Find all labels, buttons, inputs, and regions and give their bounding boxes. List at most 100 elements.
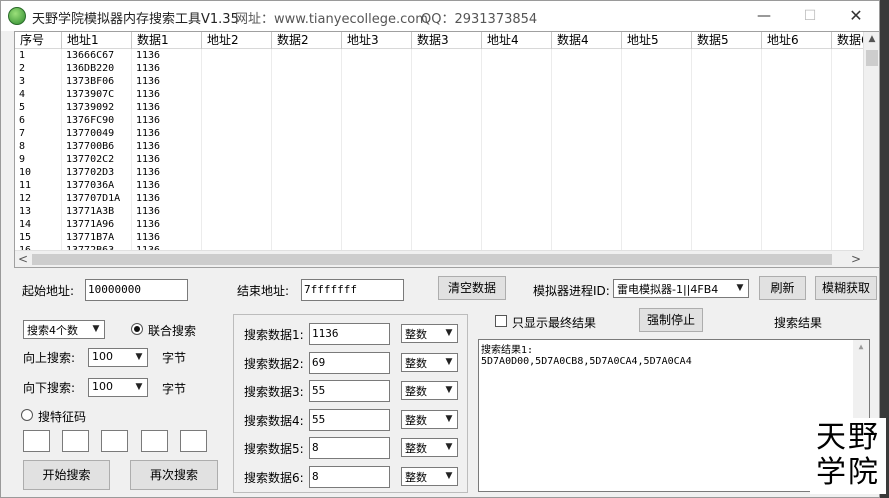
- table-cell: 1136: [132, 140, 202, 153]
- close-button[interactable]: ✕: [833, 1, 879, 31]
- vertical-scroll-thumb[interactable]: [866, 50, 878, 66]
- data-type-value: 整数: [405, 413, 427, 427]
- search-down-select[interactable]: 100 ▼: [88, 378, 148, 397]
- column-header[interactable]: 地址6: [762, 32, 832, 49]
- feature-search-label: 搜特征码: [38, 410, 87, 424]
- column-header[interactable]: 地址3: [342, 32, 412, 49]
- column-header[interactable]: 数据2: [272, 32, 342, 49]
- search-data-input[interactable]: 55: [309, 408, 390, 431]
- refresh-button[interactable]: 刷新: [759, 276, 806, 300]
- feature-search-radio[interactable]: [21, 409, 33, 421]
- column-header[interactable]: 地址5: [622, 32, 692, 49]
- feature-code-box[interactable]: [101, 430, 128, 452]
- data-type-select[interactable]: 整数 ▼: [401, 381, 458, 400]
- table-row[interactable]: 1 13666C67 1136: [15, 49, 879, 62]
- minimize-button[interactable]: —: [741, 1, 787, 31]
- table-row[interactable]: 9 137702C2 1136: [15, 153, 879, 166]
- data-type-select[interactable]: 整数 ▼: [401, 438, 458, 457]
- table-cell: [692, 75, 762, 88]
- data-type-select[interactable]: 整数 ▼: [401, 352, 458, 372]
- table-header: 序号 地址1 数据1 地址2 数据2 地址3 数据3 地址4 数据4 地址5 数据5 地址6 数据6: [15, 32, 879, 49]
- feature-code-box[interactable]: [23, 430, 50, 452]
- table-cell: [762, 153, 832, 166]
- column-header[interactable]: 数据4: [552, 32, 622, 49]
- scroll-left-icon[interactable]: <: [15, 251, 31, 267]
- table-cell: [272, 75, 342, 88]
- table-cell: [272, 88, 342, 101]
- vertical-scrollbar[interactable]: ▲: [863, 32, 879, 251]
- table-row[interactable]: 7 13770049 1136: [15, 127, 879, 140]
- table-cell: [762, 192, 832, 205]
- table-cell: [342, 192, 412, 205]
- table-cell: [342, 101, 412, 114]
- process-select[interactable]: 雷电模拟器-1||4FB4 ▼: [613, 279, 749, 298]
- end-address-input[interactable]: 7fffffff: [301, 279, 404, 301]
- search-data-input[interactable]: 69: [309, 351, 390, 374]
- data-type-select[interactable]: 整数 ▼: [401, 466, 458, 486]
- app-window: 天野学院模拟器内存搜索工具V1.35 网址：www.tianyecollege.…: [0, 0, 880, 498]
- scroll-right-icon[interactable]: >: [848, 251, 864, 267]
- table-cell: [552, 179, 622, 192]
- final-only-checkbox[interactable]: [495, 315, 507, 327]
- force-stop-button[interactable]: 强制停止: [639, 308, 703, 332]
- column-header[interactable]: 数据3: [412, 32, 482, 49]
- horizontal-scrollbar[interactable]: < >: [15, 250, 864, 267]
- column-header[interactable]: 地址4: [482, 32, 552, 49]
- search-again-button[interactable]: 再次搜索: [130, 460, 218, 490]
- table-cell: [202, 166, 272, 179]
- table-cell: [342, 218, 412, 231]
- table-row[interactable]: 14 13771A96 1136: [15, 218, 879, 231]
- chevron-down-icon: ▼: [88, 321, 104, 338]
- process-id-label: 模拟器进程ID:: [533, 284, 610, 298]
- joint-search-radio[interactable]: [131, 323, 143, 335]
- table-row[interactable]: 10 137702D3 1136: [15, 166, 879, 179]
- search-data-input[interactable]: 8: [309, 437, 390, 459]
- column-header[interactable]: 序号: [15, 32, 62, 49]
- column-header[interactable]: 数据1: [132, 32, 202, 49]
- table-cell: [412, 88, 482, 101]
- table-cell: [412, 179, 482, 192]
- table-row[interactable]: 5 13739092 1136: [15, 101, 879, 114]
- start-search-button[interactable]: 开始搜索: [23, 460, 110, 490]
- title-bar: 天野学院模拟器内存搜索工具V1.35 网址：www.tianyecollege.…: [1, 1, 879, 31]
- table-cell: [272, 114, 342, 127]
- table-cell: [552, 166, 622, 179]
- data-type-select[interactable]: 整数 ▼: [401, 409, 458, 429]
- table-row[interactable]: 6 1376FC90 1136: [15, 114, 879, 127]
- scroll-up-icon[interactable]: ▲: [864, 34, 879, 44]
- data-type-value: 整数: [405, 328, 427, 341]
- table-row[interactable]: 2 136DB220 1136: [15, 62, 879, 75]
- table-cell: [342, 62, 412, 75]
- column-header[interactable]: 地址2: [202, 32, 272, 49]
- table-row[interactable]: 15 13771B7A 1136: [15, 231, 879, 244]
- table-row[interactable]: 3 1373BF06 1136: [15, 75, 879, 88]
- table-cell: 6: [15, 114, 62, 127]
- column-header[interactable]: 数据5: [692, 32, 762, 49]
- feature-code-box[interactable]: [141, 430, 168, 452]
- search-up-select[interactable]: 100 ▼: [88, 348, 148, 367]
- fuzzy-fetch-button[interactable]: 模糊获取: [815, 276, 877, 300]
- feature-code-box[interactable]: [180, 430, 207, 452]
- maximize-button[interactable]: ☐: [787, 1, 833, 31]
- search-data-input[interactable]: 55: [309, 380, 390, 402]
- table-cell: [552, 127, 622, 140]
- search-count-select[interactable]: 搜索4个数 ▼: [23, 320, 105, 339]
- data-type-select[interactable]: 整数 ▼: [401, 324, 458, 343]
- clear-data-button[interactable]: 清空数据: [438, 276, 506, 300]
- table-row[interactable]: 13 13771A3B 1136: [15, 205, 879, 218]
- search-data-input[interactable]: 1136: [309, 323, 390, 345]
- feature-code-box[interactable]: [62, 430, 89, 452]
- table-cell: 12: [15, 192, 62, 205]
- results-table[interactable]: 序号 地址1 数据1 地址2 数据2 地址3 数据3 地址4 数据4 地址5 数据5 地址6 数据6 1…: [14, 31, 880, 268]
- start-address-input[interactable]: 10000000: [85, 279, 188, 301]
- column-header[interactable]: 地址1: [62, 32, 132, 49]
- horizontal-scroll-thumb[interactable]: [32, 254, 832, 265]
- search-data-input[interactable]: 8: [309, 465, 390, 488]
- table-row[interactable]: 11 1377036A 1136: [15, 179, 879, 192]
- table-cell: [482, 101, 552, 114]
- table-cell: [272, 218, 342, 231]
- table-row[interactable]: 8 137700B6 1136: [15, 140, 879, 153]
- table-row[interactable]: 12 137707D1A 1136: [15, 192, 879, 205]
- table-row[interactable]: 4 1373907C 1136: [15, 88, 879, 101]
- scroll-up-icon[interactable]: ▲: [853, 342, 869, 351]
